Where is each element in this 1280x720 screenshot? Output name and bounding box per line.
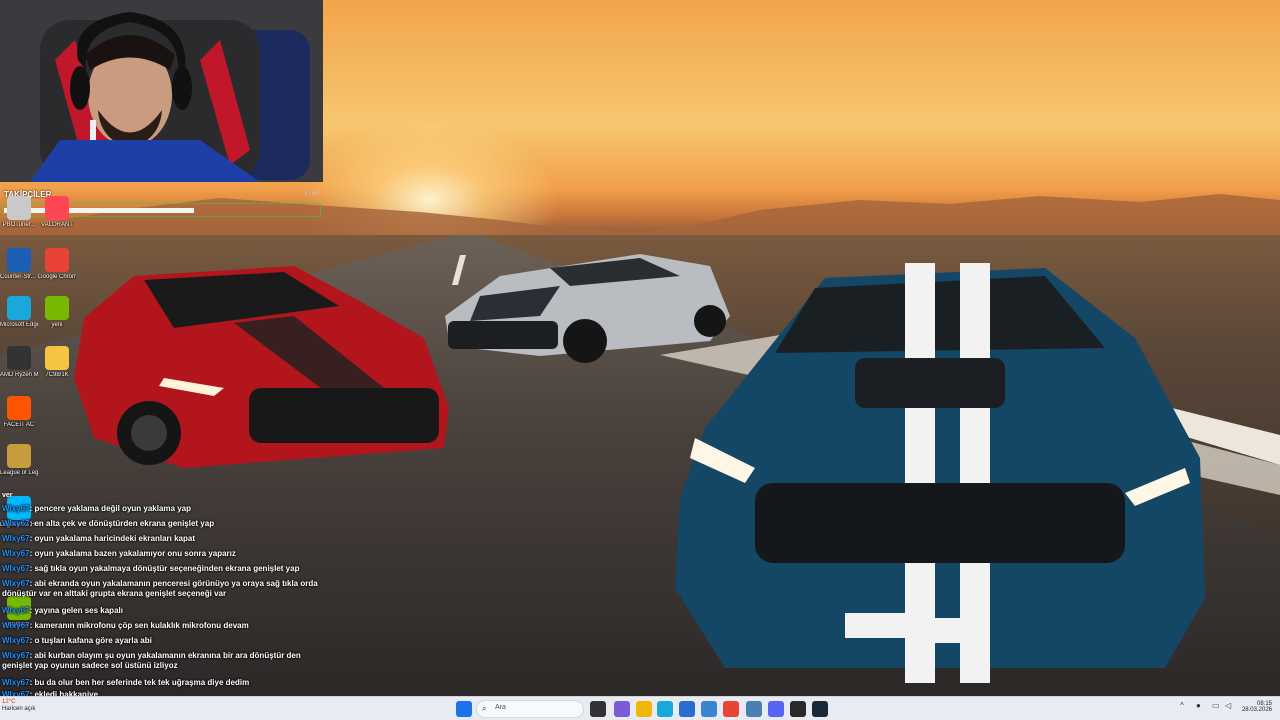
chat-text: : bu da olur ben her seferinde tek tek u…	[29, 678, 250, 687]
windows-start-icon[interactable]	[456, 701, 472, 717]
clock-date: 28.03.2026	[1241, 707, 1272, 713]
taskbar-search-box[interactable]: ⌕ Ara	[476, 700, 584, 718]
chat-message: Wlxy67: sağ tıkla oyun yakalmaya dönüştü…	[2, 564, 320, 574]
chat-message: Wlxy67: bu da olur ben her seferinde tek…	[2, 678, 320, 688]
weather-widget[interactable]: 12°C Haricen açık	[2, 699, 35, 713]
chat-username: Wlxy67	[2, 636, 30, 645]
edge-icon[interactable]	[657, 701, 673, 717]
desktop-icon-folder[interactable]: 7C98/1K	[38, 346, 76, 379]
chevron-up-icon[interactable]: ^	[1180, 701, 1190, 717]
desktop-icon-label: Counter-Str... 2	[0, 274, 38, 280]
steam-icon[interactable]	[812, 701, 828, 717]
obs-icon[interactable]	[790, 701, 806, 717]
chat-text: : o tuşları kafana göre ayarla abi	[29, 636, 152, 645]
app-icon[interactable]	[746, 701, 762, 717]
chrome-icon[interactable]	[723, 701, 739, 717]
desktop-icon-league[interactable]: League of Legends	[0, 444, 38, 477]
settings-icon[interactable]	[701, 701, 717, 717]
chat-message: Wlxy67: o tuşları kafana göre ayarla abi	[2, 636, 320, 646]
edge-icon	[7, 296, 31, 320]
faceit-icon	[7, 396, 31, 420]
chat-message: Wlxy67: abi kurban olayım şu oyun yakala…	[2, 651, 320, 671]
chat-message: Wlxy67: kameranın mikrofonu çöp sen kula…	[2, 621, 320, 631]
chat-text: : en alta çek ve dönüştürden ekrana geni…	[29, 519, 215, 528]
desktop-icon-label: League of Legends	[0, 470, 38, 476]
desktop-icon-faceit[interactable]: FACEIT AC	[0, 396, 38, 429]
search-placeholder: Ara	[495, 704, 506, 711]
chat-username: Wlxy67	[2, 534, 30, 543]
chat-message: Wlxy67: en alta çek ve dönüştürden ekran…	[2, 519, 320, 529]
chrome-icon	[45, 248, 69, 272]
file-explorer-icon[interactable]	[636, 701, 652, 717]
desktop-icon-counter-strike[interactable]: Counter-Str... 2	[0, 248, 38, 281]
chat-text: : abi ekranda oyun yakalamanın penceresi…	[2, 579, 318, 598]
chat-text: : oyun yakalama bazen yakalamıyor onu so…	[29, 549, 236, 558]
streamer-camera-feed	[0, 0, 323, 182]
chat-text: : yayına gelen ses kapalı	[29, 606, 123, 615]
discord-icon[interactable]	[768, 701, 784, 717]
folder-icon	[45, 346, 69, 370]
chat-username: Wlxy67	[2, 651, 30, 660]
chat-message: Wlxy67: oyun yakalama bazen yakalamıyor …	[2, 549, 320, 559]
chat-partial-message: ver	[2, 492, 13, 499]
chat-text: : kameranın mikrofonu çöp sen kulaklık m…	[29, 621, 249, 630]
chat-username: Wlxy67	[2, 579, 30, 588]
desktop-icon-label: AMD Ryzen Master	[0, 372, 38, 378]
valorant-icon	[45, 196, 69, 220]
chat-username: Wlxy67	[2, 564, 30, 573]
chat-username: Wlxy67	[2, 504, 30, 513]
chat-message: Wlxy67: abi ekranda oyun yakalamanın pen…	[2, 579, 320, 599]
weather-text: Haricen açık	[2, 706, 36, 712]
desktop-icon-label: FACEIT AC	[3, 422, 35, 428]
chat-text: : pencere yaklama değil oyun yaklama yap	[29, 504, 191, 513]
copilot-icon[interactable]	[614, 701, 630, 717]
desktop-icon-edge[interactable]: Microsoft Edge	[0, 296, 38, 329]
chat-username: Wlxy67	[2, 549, 30, 558]
desktop-icon-label: Google Chrome	[38, 274, 76, 280]
chat-message: Wlxy67: yayına gelen ses kapalı	[2, 606, 320, 616]
desktop-icon-label: PBOTuner...	[2, 222, 36, 228]
desktop-icon-label: Microsoft Edge	[0, 322, 38, 328]
followers-count: 1 / 63	[303, 191, 319, 197]
clock[interactable]: 08:15 28.03.2026	[1238, 701, 1272, 713]
chat-username: Wlxy67	[2, 519, 30, 528]
chat-username: Wlxy67	[2, 621, 30, 630]
desktop-icon-label: 7C98/1K	[45, 372, 69, 378]
chat-text: : oyun yakalama haricindeki ekranları ka…	[29, 534, 195, 543]
chat-text: : abi kurban olayım şu oyun yakalamanın …	[2, 651, 301, 670]
taskbar: 12°C Haricen açık ⌕ Ara ^ ● ▭ ◁ 08:15 28…	[0, 696, 1280, 720]
microphone-icon[interactable]: ●	[1196, 701, 1206, 717]
network-icon[interactable]: ▭	[1212, 701, 1222, 717]
chat-text: : sağ tıkla oyun yakalmaya dönüştür seçe…	[29, 564, 300, 573]
desktop-icon-ryzen[interactable]: AMD Ryzen Master	[0, 346, 38, 379]
ryzen-icon	[7, 346, 31, 370]
desktop-icon-label: yeni	[51, 322, 63, 328]
nvidia-folder-icon	[45, 296, 69, 320]
app-icon	[7, 196, 31, 220]
webcam-overlay	[0, 0, 323, 182]
desktop-icon-nvidia-folder[interactable]: yeni	[38, 296, 76, 329]
search-icon: ⌕	[482, 704, 487, 713]
chat-message: Wlxy67: pencere yaklama değil oyun yakla…	[2, 504, 320, 514]
desktop-icon-valorant[interactable]: VALORANT	[38, 196, 76, 229]
task-view-icon[interactable]	[590, 701, 606, 717]
chat-username: Wlxy67	[2, 606, 30, 615]
league-icon	[7, 444, 31, 468]
store-icon[interactable]	[679, 701, 695, 717]
volume-icon[interactable]: ◁	[1225, 701, 1235, 717]
chat-message: Wlxy67: oyun yakalama haricindeki ekranl…	[2, 534, 320, 544]
desktop-icon-chrome[interactable]: Google Chrome	[38, 248, 76, 281]
desktop-icon-label: VALORANT	[41, 222, 73, 228]
desktop-icon-app[interactable]: PBOTuner...	[0, 196, 38, 229]
chat-username: Wlxy67	[2, 678, 30, 687]
counter-strike-icon	[7, 248, 31, 272]
weather-temp: 12°C	[2, 699, 16, 705]
blue-mustang-car	[675, 263, 1205, 683]
red-mustang-car	[74, 266, 449, 468]
